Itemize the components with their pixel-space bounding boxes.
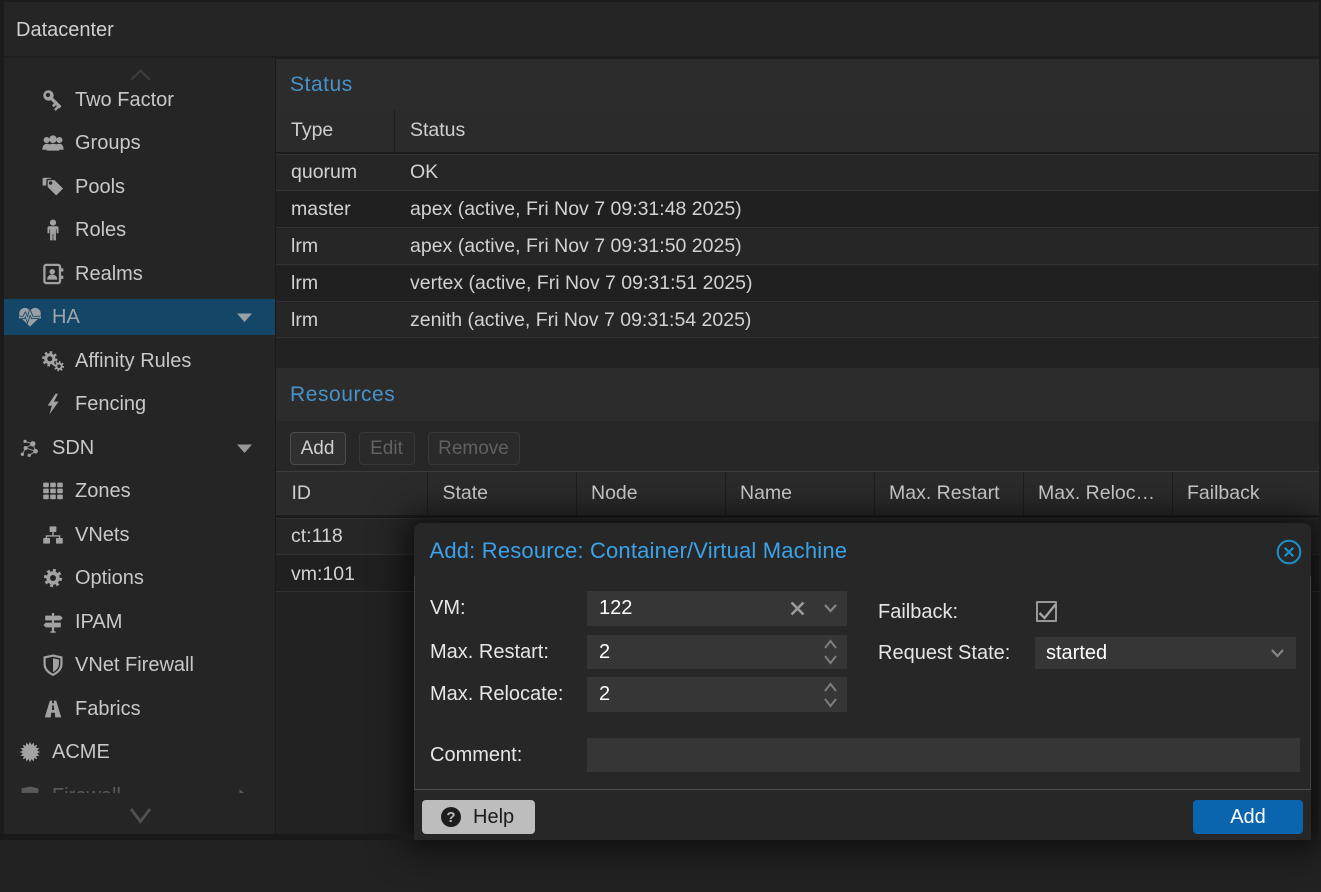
svg-text:?: ? xyxy=(446,809,455,826)
